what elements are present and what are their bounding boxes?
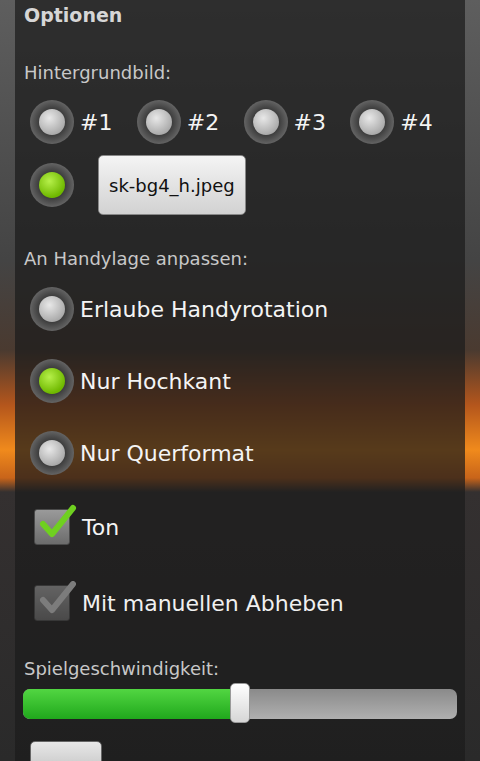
title: Optionen (24, 0, 457, 27)
radio-button[interactable] (30, 431, 74, 475)
checkbox-label: Ton (82, 515, 119, 540)
speed-slider[interactable] (23, 689, 457, 719)
radio-button[interactable] (30, 100, 74, 144)
radio-dot (39, 109, 65, 135)
checkbox-row: Mit manuellen Abheben (30, 565, 457, 641)
options-panel: Optionen Hintergrundbild: #1 #2 #3 #4 sk-bg4_h… (15, 0, 465, 761)
check-icon (37, 502, 77, 542)
radio-button[interactable] (30, 163, 74, 207)
radio-dot (39, 296, 65, 322)
orientation-option[interactable]: Nur Hochkant (30, 345, 457, 417)
option-label: #2 (187, 110, 219, 135)
checkbox-row[interactable]: Ton (30, 489, 457, 565)
background-option[interactable]: #4 (350, 100, 457, 144)
radio-button[interactable] (244, 100, 288, 144)
radio-dot (39, 172, 65, 198)
background-options: #1 #2 #3 #4 (30, 100, 457, 144)
option-label: Nur Querformat (80, 441, 254, 466)
check-icon (37, 578, 77, 618)
radio-button[interactable] (30, 287, 74, 331)
radio-button[interactable] (30, 359, 74, 403)
section-label: An Handylage anpassen: (24, 247, 457, 271)
partial-button[interactable] (30, 741, 102, 761)
background-option[interactable]: #2 (137, 100, 244, 144)
option-label: #1 (80, 110, 112, 135)
slider-thumb[interactable] (230, 683, 250, 723)
radio-button[interactable] (350, 100, 394, 144)
file-button[interactable]: sk-bg4_h.jpeg (98, 155, 246, 215)
slider-fill (23, 689, 240, 719)
radio-dot (146, 109, 172, 135)
orientation-option[interactable]: Nur Querformat (30, 417, 457, 489)
option-label: #3 (294, 110, 326, 135)
radio-button[interactable] (137, 100, 181, 144)
radio-dot (253, 109, 279, 135)
custom-background-option[interactable]: sk-bg4_h.jpeg (30, 155, 457, 215)
section-label: Hintergrundbild: (24, 61, 457, 85)
checkbox (34, 585, 70, 621)
option-label: Erlaube Handyrotation (80, 297, 328, 322)
option-label: Nur Hochkant (80, 369, 231, 394)
option-label: #4 (400, 110, 432, 135)
background-option[interactable]: #1 (30, 100, 137, 144)
radio-dot (39, 440, 65, 466)
background-option[interactable]: #3 (244, 100, 351, 144)
radio-dot (39, 368, 65, 394)
radio-dot (359, 109, 385, 135)
checkbox-label: Mit manuellen Abheben (82, 591, 344, 616)
checkbox[interactable] (34, 509, 70, 545)
section-label: Spielgeschwindigkeit: (24, 657, 457, 681)
orientation-option[interactable]: Erlaube Handyrotation (30, 273, 457, 345)
